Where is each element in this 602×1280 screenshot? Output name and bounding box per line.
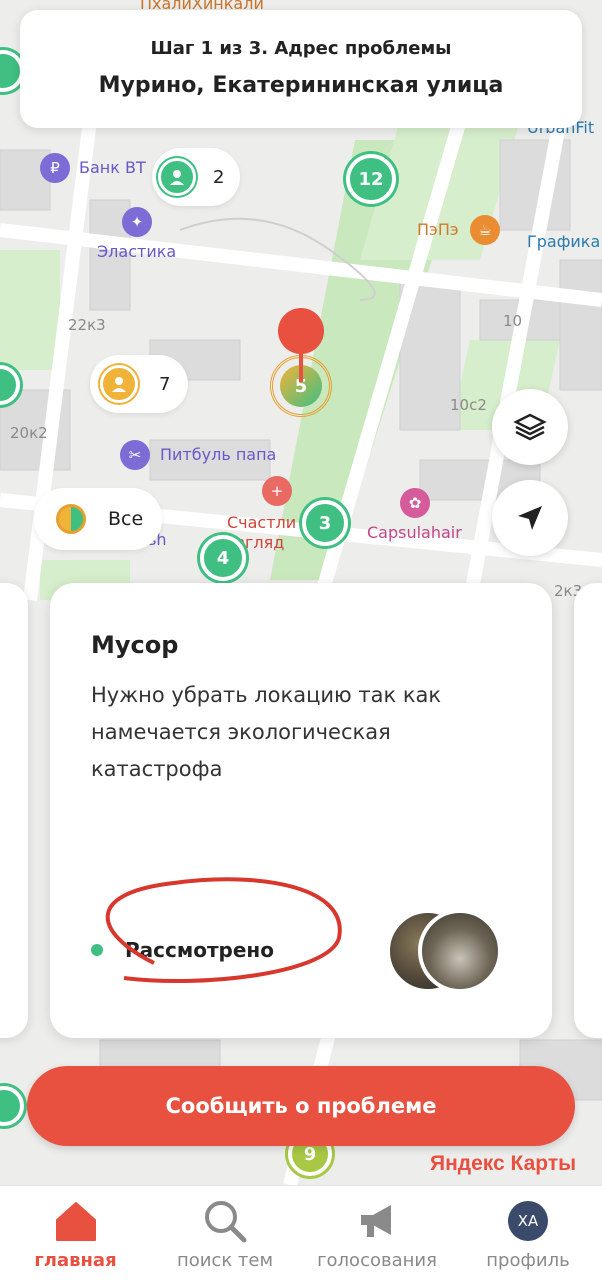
- filter-icon: [56, 504, 86, 534]
- user-pin-pill[interactable]: 2: [152, 148, 240, 206]
- report-problem-button[interactable]: Сообщить о проблеме: [27, 1066, 575, 1146]
- navigation-arrow-icon: [518, 506, 542, 530]
- photo-thumbnail[interactable]: [418, 909, 502, 993]
- problem-title: Мусор: [91, 631, 179, 659]
- bank-icon[interactable]: ₽: [40, 153, 70, 183]
- map[interactable]: ПхалиХинкали ₽ Банк ВТ ✦ Эластика ПэПэ ☕…: [0, 0, 602, 1185]
- home-icon: [55, 1202, 96, 1241]
- tab-home[interactable]: главная: [18, 1186, 133, 1280]
- user-icon: [100, 365, 138, 403]
- poi-label-schastli[interactable]: Счастли: [227, 513, 296, 532]
- house-number: 22к3: [68, 316, 106, 334]
- tab-label: поиск тем: [176, 1250, 274, 1271]
- next-problem-card[interactable]: [574, 583, 602, 1038]
- search-icon: [205, 1201, 247, 1243]
- house-number: 20к2: [10, 424, 48, 442]
- problem-cluster[interactable]: 4: [200, 535, 246, 581]
- marker-stem: [299, 350, 303, 382]
- house-number: 10с2: [450, 396, 487, 414]
- address-header[interactable]: Шаг 1 из 3. Адрес проблемы Мурино, Екате…: [20, 10, 582, 128]
- tab-label: голосования: [317, 1250, 437, 1271]
- address-text: Мурино, Екатерининская улица: [98, 73, 504, 98]
- pin-count: 7: [159, 373, 171, 395]
- tab-search[interactable]: поиск тем: [170, 1186, 280, 1280]
- location-marker-icon: [278, 308, 324, 354]
- problem-description: Нужно убрать локацию так как намечается …: [91, 683, 442, 781]
- pin-count: 2: [213, 166, 225, 188]
- scissors-icon[interactable]: ✂: [120, 440, 150, 470]
- layers-icon: [513, 413, 547, 441]
- medical-icon[interactable]: +: [262, 476, 292, 506]
- map-attribution[interactable]: Яндекс Карты: [430, 1152, 576, 1176]
- step-indicator: Шаг 1 из 3. Адрес проблемы: [150, 38, 452, 59]
- user-icon: [158, 158, 196, 196]
- bottom-tab-bar: главная поиск тем голосования ХА профиль: [0, 1185, 602, 1280]
- user-pin-pill[interactable]: 7: [90, 355, 188, 413]
- poi-label-bank[interactable]: Банк ВТ: [79, 158, 146, 177]
- poi-label-pitbul[interactable]: Питбуль папа: [160, 445, 276, 464]
- poi-label-capsula[interactable]: Capsulahair: [367, 523, 462, 542]
- poi-label-elastika[interactable]: Эластика: [97, 242, 176, 261]
- problem-cluster[interactable]: 3: [302, 500, 348, 546]
- house-number: 10: [503, 312, 523, 330]
- hand-drawn-circle: [105, 877, 342, 984]
- problem-card[interactable]: Мусор Нужно убрать локацию так как намеч…: [50, 583, 552, 1038]
- filter-all-label: Все: [108, 508, 144, 530]
- filter-all-button[interactable]: Все: [34, 488, 162, 550]
- tab-label: главная: [34, 1250, 117, 1271]
- layers-button[interactable]: [492, 389, 568, 465]
- tab-label: профиль: [486, 1250, 570, 1271]
- prev-problem-card[interactable]: [0, 583, 28, 1038]
- cafe-icon[interactable]: ☕: [470, 215, 500, 245]
- poi-label-grafika[interactable]: Графика: [527, 232, 600, 251]
- tab-profile[interactable]: ХА профиль: [476, 1186, 580, 1280]
- avatar: ХА: [508, 1201, 548, 1241]
- problem-cluster[interactable]: 12: [346, 154, 396, 204]
- locate-button[interactable]: [492, 480, 568, 556]
- megaphone-icon: [361, 1205, 391, 1237]
- attribution-text: Яндекс Карты: [430, 1152, 577, 1175]
- poi-label-pepe[interactable]: ПэПэ: [417, 220, 459, 239]
- beauty-icon[interactable]: ✿: [400, 488, 430, 518]
- tab-voting[interactable]: голосования: [308, 1186, 446, 1280]
- fitness-icon[interactable]: ✦: [122, 207, 152, 237]
